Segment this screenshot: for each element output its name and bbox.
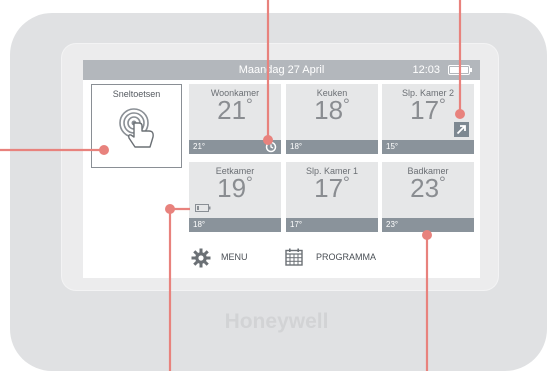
callout-overlay [0,0,465,371]
callout-dot-shortcuts [99,145,109,155]
callout-dot-clock [263,135,273,145]
callout-dot-trend [455,109,465,119]
callout-dot-bar [422,230,432,240]
